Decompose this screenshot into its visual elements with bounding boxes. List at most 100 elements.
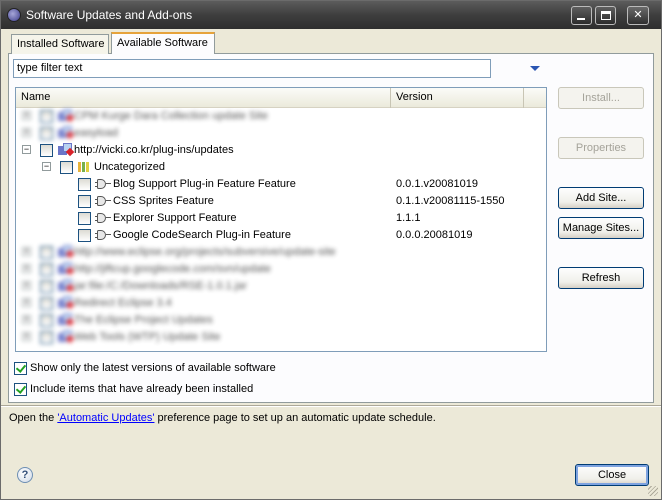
automatic-updates-link[interactable]: 'Automatic Updates': [57, 412, 154, 424]
expand-icon[interactable]: +: [22, 298, 31, 307]
maximize-button[interactable]: [595, 6, 616, 25]
row-checkbox[interactable]: [40, 127, 53, 140]
tree-row[interactable]: Blog Support Plug-in Feature Feature 0.0…: [16, 176, 546, 193]
row-label: Web Tools (WTP) Update Site: [74, 331, 221, 343]
row-checkbox[interactable]: [40, 110, 53, 123]
tree-row[interactable]: + http://jiftcup.googlecode.com/svn/upda…: [16, 261, 546, 278]
plugin-feature-icon: [95, 194, 111, 208]
info-prefix: Open the: [9, 412, 58, 424]
update-site-icon: [58, 330, 75, 344]
include-installed-checkbox[interactable]: [14, 383, 27, 396]
row-checkbox[interactable]: [40, 246, 53, 259]
include-installed-label: Include items that have already been ins…: [30, 383, 254, 395]
properties-button[interactable]: Properties: [558, 137, 644, 159]
refresh-button[interactable]: Refresh: [558, 267, 644, 289]
row-version: 0.0.1.v20081019: [396, 178, 478, 190]
tab-label: Available Software: [117, 37, 208, 49]
schedule-info: Open the 'Automatic Updates' preference …: [9, 412, 436, 424]
row-checkbox[interactable]: [78, 229, 91, 242]
install-button[interactable]: Install...: [558, 87, 644, 109]
row-label: CSS Sprites Feature: [113, 195, 214, 207]
tree-row[interactable]: CSS Sprites Feature 0.1.1.v20081115-1550: [16, 193, 546, 210]
column-header-name[interactable]: Name: [16, 88, 391, 108]
expand-icon[interactable]: +: [22, 128, 31, 137]
column-header-version[interactable]: Version: [391, 88, 524, 108]
resize-grip[interactable]: [648, 486, 658, 496]
update-site-icon: [58, 143, 75, 157]
dialog-window: Software Updates and Add-ons ✕ Installed…: [0, 0, 662, 500]
row-checkbox[interactable]: [40, 263, 53, 276]
update-site-icon: [58, 313, 75, 327]
plugin-feature-icon: [95, 177, 111, 191]
expand-icon[interactable]: +: [22, 281, 31, 290]
tab-label: Installed Software: [17, 38, 105, 50]
tree-row[interactable]: + Web Tools (WTP) Update Site: [16, 329, 546, 346]
row-label: http://jiftcup.googlecode.com/svn/update: [74, 263, 271, 275]
tree-row[interactable]: + The Eclipse Project Updates: [16, 312, 546, 329]
update-site-icon: [58, 262, 75, 276]
add-site-button[interactable]: Add Site...: [558, 187, 644, 209]
maximize-icon: [601, 11, 611, 20]
update-site-icon: [58, 245, 75, 259]
latest-only-checkbox[interactable]: [14, 362, 27, 375]
window-title: Software Updates and Add-ons: [26, 8, 193, 22]
tree-row[interactable]: Explorer Support Feature 1.1.1: [16, 210, 546, 227]
tab-installed-software[interactable]: Installed Software: [11, 34, 109, 54]
help-icon[interactable]: ?: [17, 467, 33, 483]
row-version: 1.1.1: [396, 212, 421, 224]
update-site-icon: [58, 126, 75, 140]
row-label: Redirect Eclipse 3.4: [74, 297, 172, 309]
minimize-icon: [577, 18, 585, 20]
row-checkbox[interactable]: [60, 161, 73, 174]
software-tree[interactable]: Name Version + CPM Kurge Dara Collection…: [15, 87, 547, 352]
expand-icon[interactable]: +: [22, 315, 31, 324]
collapse-icon[interactable]: −: [22, 145, 31, 154]
row-checkbox[interactable]: [78, 178, 91, 191]
update-site-icon: [58, 109, 75, 123]
filter-dropdown-icon[interactable]: [530, 66, 540, 71]
row-checkbox[interactable]: [40, 280, 53, 293]
row-checkbox[interactable]: [78, 212, 91, 225]
expand-icon[interactable]: +: [22, 247, 31, 256]
tree-row[interactable]: − Uncategorized: [16, 159, 546, 176]
tree-header: Name Version: [16, 88, 546, 108]
filter-input[interactable]: type filter text: [13, 59, 491, 78]
row-label: easyload: [74, 127, 119, 139]
tab-available-software[interactable]: Available Software: [111, 32, 215, 54]
expand-icon[interactable]: +: [22, 111, 31, 120]
update-site-icon: [58, 296, 75, 310]
tree-row[interactable]: + http://www.eclipse.org/projects/subver…: [16, 244, 546, 261]
row-label: The Eclipse Project Updates: [74, 314, 213, 326]
tree-row[interactable]: + Redirect Eclipse 3.4: [16, 295, 546, 312]
tree-row[interactable]: + jar:file:/C:/Downloads/RSE-1.0.1.jar: [16, 278, 546, 295]
row-label: jar:file:/C:/Downloads/RSE-1.0.1.jar: [74, 280, 248, 292]
manage-sites-button[interactable]: Manage Sites...: [558, 217, 644, 239]
close-icon: ✕: [633, 9, 643, 21]
row-label: http://www.eclipse.org/projects/subversi…: [74, 246, 336, 258]
category-icon: [78, 162, 93, 172]
close-button[interactable]: Close: [575, 464, 649, 486]
tree-row[interactable]: − http://vicki.co.kr/plug-ins/updates: [16, 142, 546, 159]
row-checkbox[interactable]: [40, 297, 53, 310]
column-header-filler: [524, 88, 546, 108]
collapse-icon[interactable]: −: [42, 162, 51, 171]
title-bar[interactable]: Software Updates and Add-ons ✕: [1, 1, 661, 29]
tree-row[interactable]: + easyload: [16, 125, 546, 142]
row-checkbox[interactable]: [40, 314, 53, 327]
row-version: 0.1.1.v20081115-1550: [396, 195, 505, 207]
tree-row[interactable]: + CPM Kurge Dara Collection update Site: [16, 108, 546, 125]
row-checkbox[interactable]: [40, 144, 53, 157]
expand-icon[interactable]: +: [22, 264, 31, 273]
row-checkbox[interactable]: [78, 195, 91, 208]
close-window-button[interactable]: ✕: [627, 6, 649, 25]
plugin-feature-icon: [95, 228, 111, 242]
separator: [1, 405, 661, 407]
minimize-button[interactable]: [571, 6, 592, 25]
latest-only-label: Show only the latest versions of availab…: [30, 362, 276, 374]
tree-row[interactable]: Google CodeSearch Plug-in Feature 0.0.0.…: [16, 227, 546, 244]
expand-icon[interactable]: +: [22, 332, 31, 341]
update-site-icon: [58, 279, 75, 293]
row-label: Google CodeSearch Plug-in Feature: [113, 229, 291, 241]
row-label: http://vicki.co.kr/plug-ins/updates: [74, 144, 234, 156]
row-checkbox[interactable]: [40, 331, 53, 344]
